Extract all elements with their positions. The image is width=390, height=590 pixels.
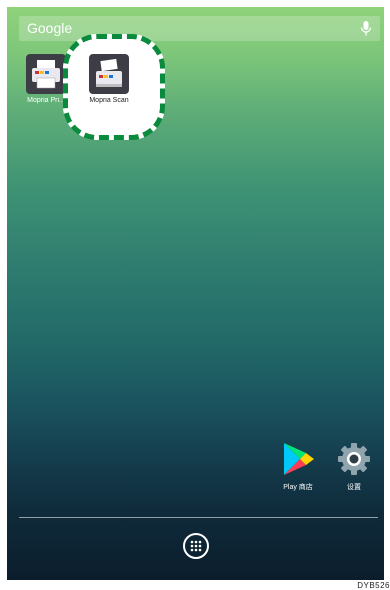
app-mopria-scan[interactable]: Mopria Scan bbox=[80, 54, 138, 104]
app-drawer-icon[interactable] bbox=[183, 533, 209, 559]
app-settings[interactable]: 设置 bbox=[325, 439, 383, 492]
gear-icon bbox=[334, 439, 374, 479]
scanner-icon bbox=[89, 54, 129, 94]
app-label: 设置 bbox=[347, 484, 361, 491]
app-label: Mopria Scan bbox=[89, 97, 129, 104]
dock-divider bbox=[19, 517, 378, 518]
app-play-store[interactable]: Play 商店 bbox=[269, 439, 327, 492]
home-screen: Google Mopria Pri... Mopria Scan Play 商店… bbox=[7, 7, 384, 580]
google-search-bar[interactable]: Google bbox=[19, 16, 380, 41]
play-store-icon bbox=[278, 439, 318, 479]
search-label: Google bbox=[27, 20, 73, 36]
figure-code: DYB526 bbox=[357, 581, 390, 590]
printer-icon bbox=[26, 54, 66, 94]
mic-icon[interactable] bbox=[360, 20, 372, 37]
app-label: Play 商店 bbox=[283, 484, 313, 491]
app-drawer-grid bbox=[190, 540, 202, 552]
